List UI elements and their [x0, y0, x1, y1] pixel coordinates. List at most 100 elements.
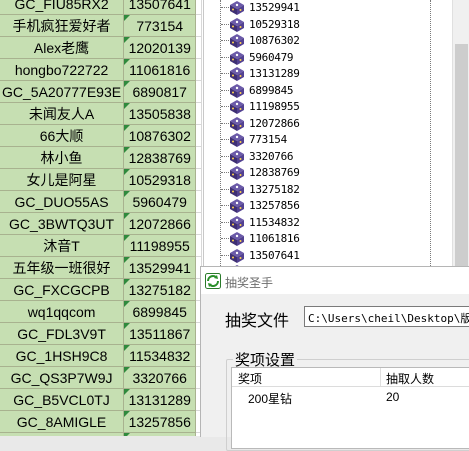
tree-node[interactable]: 11534832 — [221, 214, 421, 232]
id-cell[interactable]: 11198955 — [124, 235, 196, 257]
tree-node[interactable]: 10876302 — [221, 32, 421, 50]
empty-cell[interactable] — [196, 59, 202, 81]
id-cell[interactable]: 13131289 — [124, 389, 196, 411]
id-cell[interactable]: 6890817 — [124, 81, 196, 103]
tree-node-label: 11061816 — [249, 232, 300, 245]
name-cell[interactable]: GC_FIU85RX2 — [0, 0, 124, 15]
id-cell[interactable]: 13505838 — [124, 103, 196, 125]
tree-connector — [221, 7, 229, 8]
name-cell[interactable]: 未闻友人A — [0, 103, 124, 125]
name-cell[interactable]: 林小鱼 — [0, 147, 124, 169]
table-row: GC_FXCGCPB13275182 — [0, 279, 202, 301]
tree-node[interactable]: 12838769 — [221, 164, 421, 182]
tree-node[interactable]: 5960479 — [221, 49, 421, 67]
name-cell[interactable]: GC_FDL3V9T — [0, 323, 124, 345]
tree-connector — [221, 139, 229, 140]
name-cell[interactable]: 沐音T — [0, 235, 124, 257]
column-divider[interactable] — [380, 368, 381, 386]
empty-cell[interactable] — [196, 191, 202, 213]
tree-node[interactable]: 13275182 — [221, 181, 421, 199]
id-cell[interactable]: 5960479 — [124, 191, 196, 213]
dialog-titlebar[interactable]: 抽奖圣手 — [201, 267, 469, 294]
id-cell[interactable]: 13275182 — [124, 279, 196, 301]
tree-node-label: 13275182 — [249, 183, 300, 196]
id-cell[interactable]: 12838769 — [124, 147, 196, 169]
tree-scrollbar[interactable] — [452, 0, 469, 268]
id-cell[interactable]: 12020139 — [124, 37, 196, 59]
name-cell[interactable]: 女儿是阿星 — [0, 169, 124, 191]
tree-view[interactable]: 1352994110529318108763025960479131312896… — [203, 0, 469, 268]
empty-cell[interactable] — [196, 103, 202, 125]
id-cell[interactable]: 11061816 — [124, 59, 196, 81]
tree-node[interactable]: 11061816 — [221, 230, 421, 248]
name-cell[interactable]: GC_QS3P7W9J — [0, 367, 124, 389]
name-cell[interactable]: GC_8AMIGLE — [0, 411, 124, 433]
tree-connector — [221, 172, 229, 173]
spreadsheet[interactable]: GC_FIU85RX213507641手机疯狂爱好者773154Alex老鹰12… — [0, 0, 203, 436]
dice-icon — [229, 116, 245, 132]
name-cell[interactable] — [0, 433, 124, 437]
empty-cell[interactable] — [196, 37, 202, 59]
id-cell[interactable]: 773154 — [124, 15, 196, 37]
tree-node[interactable]: 13529941 — [221, 0, 421, 17]
name-cell[interactable]: GC_3BWTQ3UT — [0, 213, 124, 235]
name-cell[interactable]: GC_DUO55AS — [0, 191, 124, 213]
name-cell[interactable]: GC_FXCGCPB — [0, 279, 124, 301]
tree-node[interactable]: 13507641 — [221, 247, 421, 265]
name-cell[interactable]: hongbo722722 — [0, 59, 124, 81]
table-row: GC_FIU85RX213507641 — [0, 0, 202, 15]
name-cell[interactable]: 手机疯狂爱好者 — [0, 15, 124, 37]
prize-name-cell[interactable]: 200星钻 — [248, 390, 292, 407]
table-row: hongbo72272211061816 — [0, 59, 202, 81]
tree-node[interactable]: 3320766 — [221, 148, 421, 166]
id-cell[interactable]: 12072866 — [124, 213, 196, 235]
table-row: GC_8AMIGLE13257856 — [0, 411, 202, 433]
id-cell[interactable]: 13529941 — [124, 257, 196, 279]
prize-count-cell[interactable]: 20 — [386, 390, 399, 404]
file-path-field[interactable]: C:\Users\cheil\Desktop\版块 — [304, 306, 469, 327]
column-header-prize[interactable]: 奖项 — [238, 370, 262, 387]
name-cell[interactable]: wq1qqcom — [0, 301, 124, 323]
tree-connector — [221, 57, 229, 58]
name-cell[interactable]: 五年级一班很好 — [0, 257, 124, 279]
id-cell[interactable]: 13511867 — [124, 323, 196, 345]
name-cell[interactable]: 66大顺 — [0, 125, 124, 147]
id-cell[interactable] — [124, 433, 196, 437]
dice-icon — [229, 165, 245, 181]
empty-cell[interactable] — [196, 125, 202, 147]
list-header: 奖项 抽取人数 — [232, 368, 469, 387]
table-row: GC_QS3P7W9J3320766 — [0, 367, 202, 389]
tree-node[interactable]: 13131289 — [221, 65, 421, 83]
empty-cell[interactable] — [196, 235, 202, 257]
tree-node[interactable]: 6899845 — [221, 82, 421, 100]
id-cell[interactable]: 11534832 — [124, 345, 196, 367]
table-row: 沐音T11198955 — [0, 235, 202, 257]
tree-node[interactable]: 13257856 — [221, 197, 421, 215]
tree-connector — [221, 24, 229, 25]
tree-node[interactable]: 12072866 — [221, 115, 421, 133]
name-cell[interactable]: Alex老鹰 — [0, 37, 124, 59]
tree-node[interactable]: 10529318 — [221, 16, 421, 34]
id-cell[interactable]: 3320766 — [124, 367, 196, 389]
name-cell[interactable]: GC_1HSH9C8 — [0, 345, 124, 367]
id-cell[interactable]: 13507641 — [124, 0, 196, 15]
column-header-count[interactable]: 抽取人数 — [386, 370, 434, 387]
empty-cell[interactable] — [196, 169, 202, 191]
id-cell[interactable]: 13257856 — [124, 411, 196, 433]
lottery-dialog: 抽奖圣手 抽奖文件 C:\Users\cheil\Desktop\版块 奖项设置… — [200, 266, 469, 437]
name-cell[interactable]: GC_B5VCL0TJ — [0, 389, 124, 411]
id-cell[interactable]: 10529318 — [124, 169, 196, 191]
prize-list[interactable]: 奖项 抽取人数 200星钻 20 — [231, 367, 469, 449]
empty-cell[interactable] — [196, 0, 202, 15]
tree-node-label: 13507641 — [249, 249, 300, 262]
name-cell[interactable]: GC_5A20777E93E — [0, 81, 124, 103]
empty-cell[interactable] — [196, 15, 202, 37]
tree-node[interactable]: 11198955 — [221, 98, 421, 116]
id-cell[interactable]: 10876302 — [124, 125, 196, 147]
empty-cell[interactable] — [196, 81, 202, 103]
empty-cell[interactable] — [196, 213, 202, 235]
id-cell[interactable]: 6899845 — [124, 301, 196, 323]
empty-cell[interactable] — [196, 147, 202, 169]
scrollbar-thumb[interactable] — [455, 44, 468, 268]
tree-node[interactable]: 773154 — [221, 131, 421, 149]
